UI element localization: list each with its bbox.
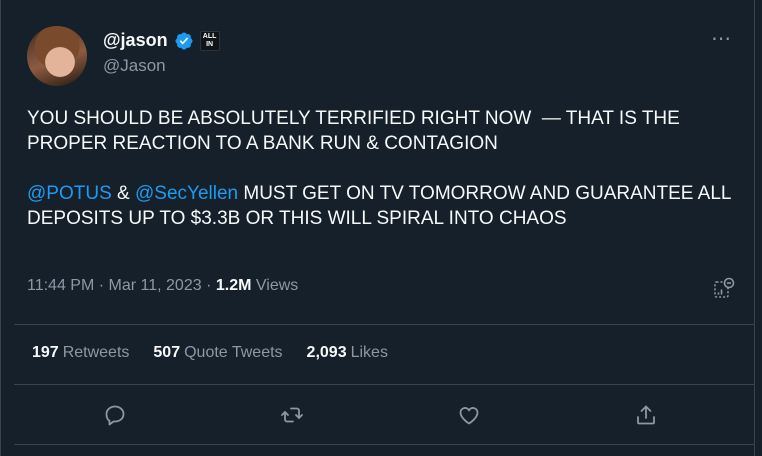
- share-icon[interactable]: [634, 403, 658, 427]
- author-display-name[interactable]: @jason: [103, 30, 168, 51]
- mention-secyellen[interactable]: @SecYellen: [135, 183, 238, 204]
- affiliation-badge-text: ALL IN: [202, 32, 217, 48]
- frame-border-left: [0, 0, 1, 456]
- mention-potus[interactable]: @POTUS: [27, 183, 112, 204]
- quote-tweets-label: Quote Tweets: [184, 344, 283, 361]
- tweet-paragraph-2: @POTUS & @SecYellen MUST GET ON TV TOMOR…: [27, 181, 737, 231]
- tweet-time[interactable]: 11:44 PM: [27, 277, 94, 294]
- tweet-date[interactable]: Mar 11, 2023: [109, 277, 202, 294]
- avatar[interactable]: [27, 26, 87, 86]
- affiliation-badge[interactable]: ALL IN: [199, 30, 220, 51]
- author-handle[interactable]: @Jason: [103, 56, 166, 76]
- reply-icon[interactable]: [103, 403, 127, 427]
- views-count: 1.2M: [215, 277, 252, 294]
- divider-bottom: [14, 444, 754, 445]
- retweets-stat[interactable]: 197 Retweets: [32, 344, 129, 362]
- quote-tweets-count: 507: [153, 344, 181, 361]
- retweets-label: Retweets: [62, 344, 130, 361]
- tweet-text: YOU SHOULD BE ABSOLUTELY TERRIFIED RIGHT…: [27, 106, 737, 231]
- like-icon[interactable]: [457, 403, 481, 427]
- action-bar: [0, 403, 762, 429]
- frame-border-right: [754, 0, 755, 456]
- retweets-count: 197: [32, 344, 59, 361]
- divider-middle: [14, 384, 754, 385]
- likes-label: Likes: [350, 344, 388, 361]
- analytics-icon[interactable]: [712, 276, 736, 300]
- views-label: Views: [255, 277, 299, 294]
- engagement-stats: 197 Retweets 507 Quote Tweets 2,093 Likes: [32, 344, 388, 362]
- tweet-meta: 11:44 PM · Mar 11, 2023 · 1.2M Views: [27, 277, 299, 294]
- likes-stat[interactable]: 2,093 Likes: [307, 344, 388, 362]
- tweet-paragraph-1: YOU SHOULD BE ABSOLUTELY TERRIFIED RIGHT…: [27, 108, 680, 154]
- likes-count: 2,093: [306, 344, 347, 361]
- mention-joiner: &: [111, 183, 135, 204]
- verified-badge-icon[interactable]: [174, 31, 194, 51]
- retweet-icon[interactable]: [280, 403, 304, 427]
- more-icon[interactable]: ⋯: [711, 26, 732, 51]
- quote-tweets-stat[interactable]: 507 Quote Tweets: [153, 344, 282, 362]
- author-name-row: @jason ALL IN: [103, 30, 220, 51]
- divider-top: [14, 324, 754, 325]
